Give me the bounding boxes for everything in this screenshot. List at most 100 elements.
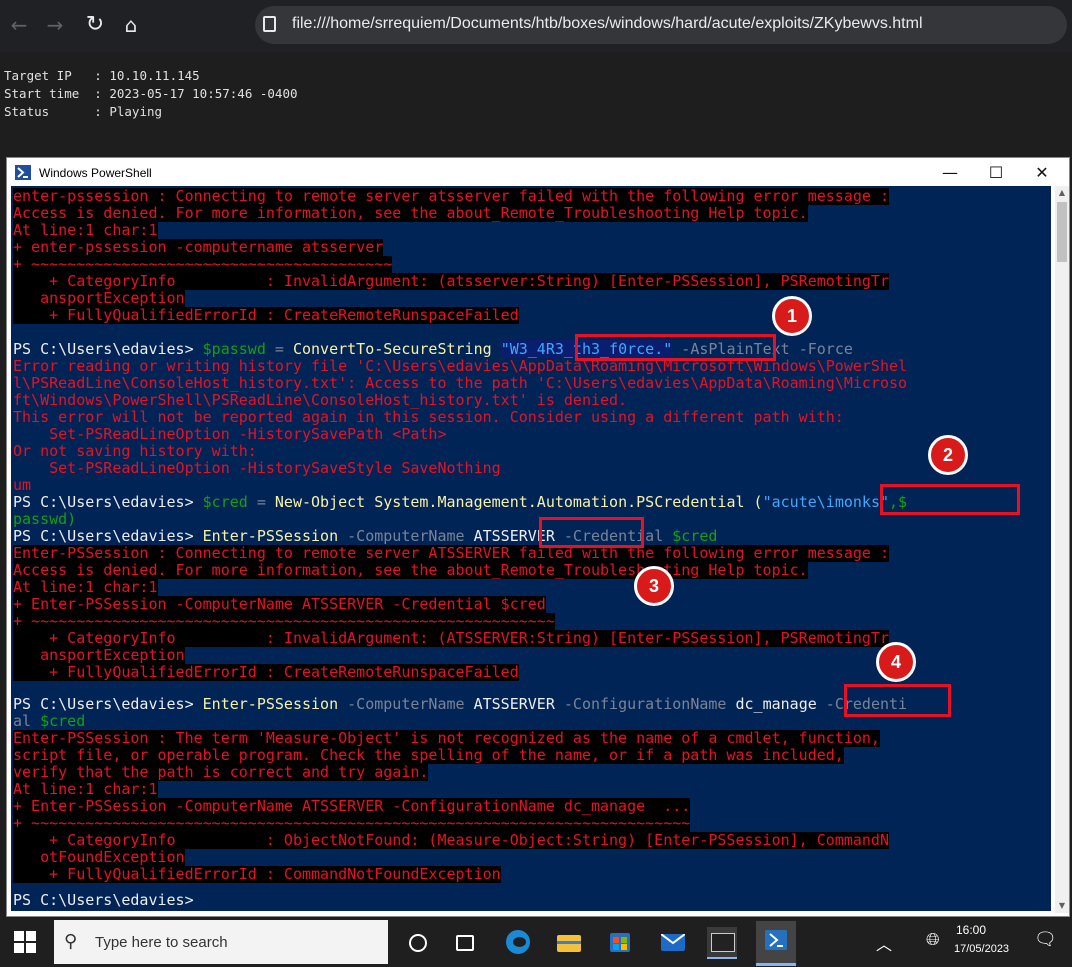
console-line: At line:1 char:1	[13, 780, 158, 798]
console-line: + FullyQualifiedErrorId : CreateRemoteRu…	[13, 306, 519, 324]
console-line: Enter-PSSession : The term 'Measure-Obje…	[13, 729, 880, 747]
console-line: + ~~~~~~~~~~~~~~~~~~~~~~~~~~~~~~~~~~~~~~…	[13, 612, 555, 630]
console-line: Set-PSReadLineOption -HistorySaveStyle S…	[13, 459, 501, 477]
variable-token: $cred	[202, 493, 248, 511]
parameter-token: al	[13, 712, 41, 730]
console-line: otFoundException	[13, 848, 185, 866]
task-view-icon[interactable]	[450, 927, 480, 957]
configuration-value: dc_manage	[735, 695, 817, 713]
file-explorer-icon[interactable]	[554, 927, 584, 957]
console-line: + CategoryInfo : InvalidArgument: (ATSSE…	[13, 629, 889, 647]
powershell-console[interactable]: enter-pssession : Connecting to remote s…	[11, 186, 1051, 911]
clock-time[interactable]: 16:00	[956, 923, 986, 937]
reload-icon[interactable]: ↻	[80, 10, 110, 40]
prompt: PS C:\Users\edavies>	[13, 340, 203, 358]
scroll-down-icon[interactable]: ▼	[1055, 899, 1069, 913]
computername-value: ATSSERVER	[473, 695, 564, 713]
console-line: + Enter-PSSession -ComputerName ATSSERVE…	[13, 797, 691, 815]
console-line: This error will not be reported again in…	[13, 408, 844, 426]
console-prompt[interactable]: PS C:\Users\edavies>	[13, 892, 194, 909]
close-button[interactable]: ✕	[1019, 162, 1065, 184]
console-command-line: PS C:\Users\edavies> Enter-PSSession -Co…	[13, 696, 907, 713]
maximize-button[interactable]: ☐	[973, 162, 1019, 184]
file-icon	[263, 16, 276, 32]
status-line: Status : Playing	[4, 104, 163, 119]
url-bar[interactable]: file:///home/srrequiem/Documents/htb/box…	[255, 6, 1067, 44]
prompt: PS C:\Users\edavies>	[13, 527, 203, 545]
parameter-token: -ComputerName	[347, 527, 474, 545]
console-line: + ~~~~~~~~~~~~~~~~~~~~~~~~~~~~~~~~~~~~~~…	[13, 255, 393, 273]
forward-arrow-icon[interactable]: →	[40, 10, 70, 40]
console-line: At line:1 char:1	[13, 578, 158, 596]
search-placeholder: Type here to search	[95, 934, 228, 951]
prompt: PS C:\Users\edavies>	[13, 695, 203, 713]
parameter-token: -ConfigurationName	[563, 695, 736, 713]
console-line: al $cred	[13, 713, 85, 730]
operator-token: =	[265, 340, 293, 358]
taskbar-search-box[interactable]: ⚲ Type here to search	[54, 920, 388, 964]
terminal-app-icon[interactable]	[707, 927, 737, 959]
minimize-button[interactable]: —	[927, 162, 973, 184]
chevron-up-icon[interactable]: ︿	[876, 931, 892, 955]
username-string: "acute\imonks"	[762, 493, 890, 511]
parameter-token: -ComputerName	[347, 695, 474, 713]
cmdlet-token: Enter-PSSession	[202, 527, 348, 545]
scrollbar-thumb[interactable]	[1057, 202, 1067, 262]
console-line: verify that the path is correct and try …	[13, 763, 429, 781]
variable-token: $passwd	[202, 340, 266, 358]
annotation-badge: 3	[634, 566, 674, 606]
annotation-badge: 1	[772, 296, 812, 336]
console-scrollbar[interactable]: ▲ ▼	[1055, 186, 1069, 913]
console-line: passwd)	[13, 510, 77, 528]
page-terminal-output: Target IP : 10.10.11.145 Start time : 20…	[0, 52, 1072, 157]
console-line: + FullyQualifiedErrorId : CommandNotFoun…	[13, 865, 501, 883]
console-line: + CategoryInfo : ObjectNotFound: (Measur…	[13, 831, 889, 849]
powershell-window: Windows PowerShell — ☐ ✕ enter-pssession…	[6, 157, 1070, 917]
taskbar: ⚲ Type here to search ︿ 🌐︎ 16:00 17/05/2…	[0, 917, 1072, 967]
windows-start-icon[interactable]	[14, 931, 36, 953]
scroll-up-icon[interactable]: ▲	[1055, 186, 1069, 200]
clock-date[interactable]: 17/05/2023	[954, 943, 1009, 955]
url-text[interactable]: file:///home/srrequiem/Documents/htb/box…	[292, 15, 923, 33]
target-ip-line: Target IP : 10.10.11.145	[4, 68, 200, 83]
console-line: ft\Windows\PowerShell\PSReadLine\Console…	[13, 391, 628, 409]
mail-icon[interactable]	[658, 927, 688, 957]
annotation-badge: 4	[876, 642, 916, 682]
cortana-icon[interactable]	[403, 927, 433, 957]
console-line: + FullyQualifiedErrorId : CreateRemoteRu…	[13, 663, 519, 681]
window-title: Windows PowerShell	[39, 166, 152, 180]
store-icon[interactable]	[605, 927, 635, 957]
window-titlebar[interactable]: Windows PowerShell — ☐ ✕	[7, 158, 1069, 188]
console-line: + enter-pssession -computername atsserve…	[13, 238, 384, 256]
console-line: At line:1 char:1	[13, 221, 158, 239]
console-line: + ~~~~~~~~~~~~~~~~~~~~~~~~~~~~~~~~~~~~~~…	[13, 814, 691, 832]
console-line: script file, or operable program. Check …	[13, 746, 844, 764]
console-line: ansportException	[13, 289, 185, 307]
search-icon: ⚲	[64, 931, 78, 952]
username-highlight-box	[880, 484, 1020, 515]
home-icon[interactable]: ⌂	[116, 10, 146, 40]
console-line: Set-PSReadLineOption -HistorySavePath <P…	[13, 425, 447, 443]
computername-highlight-box	[539, 517, 644, 548]
start-time-line: Start time : 2023-05-17 10:57:46 -0400	[4, 86, 298, 101]
console-line: ansportException	[13, 646, 185, 664]
powershell-icon	[15, 165, 31, 180]
console-command-line: PS C:\Users\edavies> $cred = New-Object …	[13, 494, 907, 511]
console-line: + CategoryInfo : InvalidArgument: (atsse…	[13, 272, 889, 290]
variable-token: $cred	[672, 527, 718, 545]
back-arrow-icon[interactable]: ←	[4, 10, 34, 40]
network-globe-icon[interactable]: 🌐︎	[926, 930, 940, 950]
powershell-taskbar-icon[interactable]	[756, 921, 796, 966]
edge-browser-icon[interactable]	[503, 927, 533, 957]
browser-toolbar: ← → ↻ ⌂ file:///home/srrequiem/Documents…	[0, 0, 1072, 52]
annotation-badge: 2	[928, 435, 968, 475]
console-line: + Enter-PSSession -ComputerName ATSSERVE…	[13, 595, 546, 613]
console-line: Access is denied. For more information, …	[13, 561, 808, 579]
console-line: um	[13, 476, 32, 494]
cmdlet-token: New-Object System.Management.Automation.…	[274, 493, 763, 511]
console-line: Enter-PSSession : Connecting to remote s…	[13, 544, 889, 562]
notifications-icon[interactable]: 🗨︎	[1034, 929, 1057, 950]
variable-token: $cred	[40, 712, 86, 730]
password-highlight-box	[575, 334, 776, 361]
console-line: l\PSReadLine\ConsoleHost_history.txt': A…	[13, 374, 908, 392]
